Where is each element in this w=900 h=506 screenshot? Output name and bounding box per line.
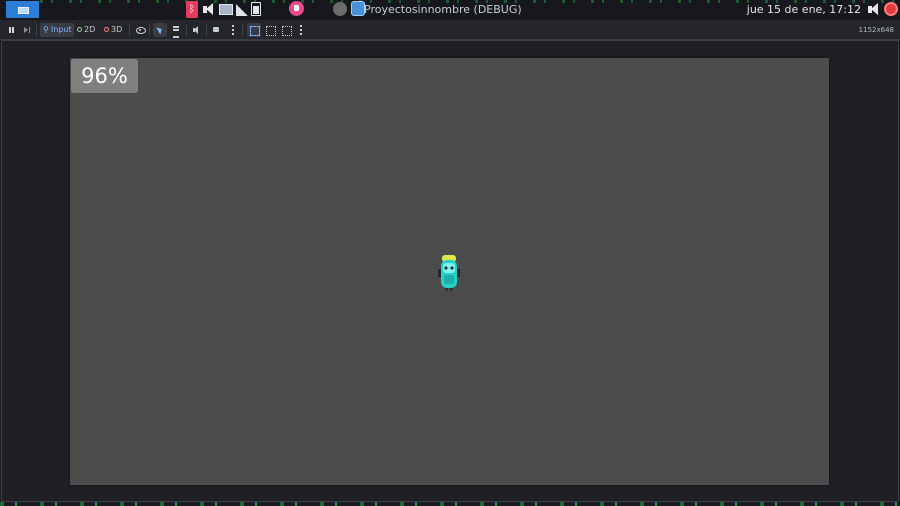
network-icon[interactable] (218, 1, 234, 18)
recorder-icon[interactable] (289, 1, 304, 16)
input-pointer-icon: ⚲ (43, 25, 49, 34)
3d-dot-icon (104, 27, 109, 32)
game-toolbar: ⚲ Input 2D 3D 1152x648 (0, 20, 900, 40)
mode-2d-button[interactable]: 2D (77, 23, 99, 37)
power-icon[interactable] (884, 2, 898, 16)
fps-percent-label: 96% (71, 59, 138, 93)
camera-icon[interactable] (210, 23, 222, 37)
player-sprite (438, 255, 460, 291)
toolbar-separator (206, 24, 207, 36)
select-tool-icon[interactable] (153, 23, 167, 37)
input-label: Input (50, 25, 72, 34)
input-mode-button[interactable]: ⚲ Input (40, 23, 74, 37)
godot-icon[interactable] (333, 2, 347, 16)
signal-icon[interactable] (236, 4, 248, 16)
toolbar-separator (186, 24, 187, 36)
system-taskbar: ᛒ Proyectosinnombre (DEBUG) jue 15 de en… (0, 0, 900, 20)
toolbar-separator (242, 24, 243, 36)
window-title[interactable]: Proyectosinnombre (DEBUG) (364, 3, 522, 16)
stretch-icon[interactable] (280, 23, 292, 37)
resolution-readout: 1152x648 (858, 26, 894, 34)
embed-menu-kebab-icon[interactable] (298, 23, 304, 37)
bluetooth-icon[interactable]: ᛒ (186, 1, 198, 18)
clock[interactable]: jue 15 de ene, 17:12 (747, 3, 861, 16)
mode-2d-label: 2D (84, 25, 96, 34)
toolbar-separator (149, 24, 150, 36)
mute-speaker-icon[interactable] (190, 23, 202, 37)
toolbar-separator (129, 24, 130, 36)
2d-dot-icon (77, 27, 82, 32)
list-select-icon[interactable] (170, 23, 182, 38)
volume-icon[interactable] (866, 1, 880, 18)
next-frame-button[interactable] (20, 23, 32, 37)
window-icon[interactable] (351, 1, 365, 16)
pause-button[interactable] (5, 23, 17, 37)
mode-3d-button[interactable]: 3D (104, 23, 126, 37)
visibility-eye-icon[interactable] (134, 23, 146, 37)
volume-icon[interactable] (201, 1, 215, 18)
battery-icon[interactable] (251, 2, 261, 16)
keep-aspect-icon[interactable] (264, 23, 276, 37)
terminal-background-strip (0, 502, 900, 506)
toolbar-separator (36, 24, 37, 36)
camera-menu-kebab-icon[interactable] (230, 23, 236, 37)
game-canvas[interactable]: 96% (70, 58, 829, 485)
launcher-icon[interactable] (6, 1, 39, 18)
embed-focus-icon[interactable] (247, 23, 261, 37)
mode-3d-label: 3D (111, 25, 123, 34)
